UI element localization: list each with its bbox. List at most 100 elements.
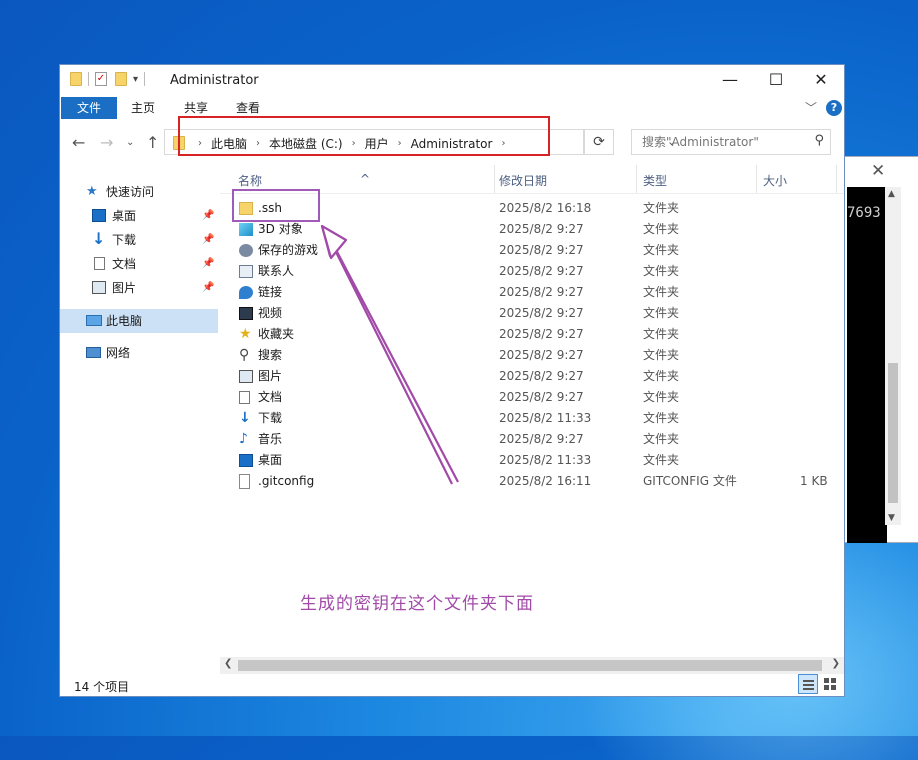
expand-ribbon-icon[interactable]: ﹀	[805, 99, 817, 116]
table-row[interactable]: ★ 收藏夹 2025/8/2 9:27 文件夹	[220, 324, 844, 345]
pin-icon[interactable]: 📌	[202, 228, 214, 252]
column-divider[interactable]	[836, 165, 837, 193]
table-row[interactable]: 图片 2025/8/2 9:27 文件夹	[220, 366, 844, 387]
file-date: 2025/8/2 16:18	[499, 201, 592, 215]
ssh-highlight-box	[232, 189, 320, 222]
refresh-button[interactable]: ⟳	[584, 129, 614, 155]
up-arrow-icon[interactable]: ↑	[146, 133, 159, 152]
tab-home[interactable]: 主页	[131, 97, 155, 119]
terminal-text: 7693	[847, 205, 881, 221]
desktop-icon	[92, 209, 106, 222]
file-type: 文件夹	[643, 453, 680, 467]
table-row[interactable]: 保存的游戏 2025/8/2 9:27 文件夹	[220, 240, 844, 261]
sort-ascending-icon: ^	[360, 172, 371, 186]
table-row[interactable]: 联系人 2025/8/2 9:27 文件夹	[220, 261, 844, 282]
file-date: 2025/8/2 9:27	[499, 348, 584, 362]
column-divider[interactable]	[494, 165, 495, 193]
nav-label: 下载	[112, 233, 137, 247]
search-icon[interactable]: ⚲	[814, 133, 824, 148]
nav-label: 文档	[112, 257, 137, 271]
file-date: 2025/8/2 9:27	[499, 243, 584, 257]
file-type: 文件夹	[643, 348, 680, 362]
column-name[interactable]: 名称	[238, 172, 262, 189]
favorites-icon: ★	[239, 326, 252, 342]
large-icons-view-button[interactable]	[820, 674, 840, 694]
horizontal-scrollbar[interactable]: ❮ ❯	[220, 657, 844, 674]
details-view-icon	[803, 680, 814, 682]
table-row[interactable]: 3D 对象 2025/8/2 9:27 文件夹	[220, 219, 844, 240]
scroll-left-icon[interactable]: ❮	[224, 658, 232, 669]
divider	[88, 72, 89, 86]
nav-item-quick-access[interactable]: ★ 快速访问	[60, 180, 218, 204]
music-icon: ♪	[239, 431, 248, 447]
file-type: 文件夹	[643, 411, 680, 425]
help-icon[interactable]: ?	[826, 100, 842, 116]
pin-icon[interactable]: 📌	[202, 276, 214, 300]
table-row[interactable]: 视频 2025/8/2 9:27 文件夹	[220, 303, 844, 324]
address-highlight-box	[178, 116, 550, 156]
file-type: 文件夹	[643, 327, 680, 341]
search-box[interactable]: ⚲	[631, 129, 831, 155]
scroll-up-icon[interactable]: ▲	[888, 189, 895, 199]
window-title: Administrator	[170, 73, 259, 88]
nav-item-desktop[interactable]: 桌面 📌	[60, 204, 218, 228]
new-folder-icon[interactable]	[115, 72, 127, 86]
scroll-down-icon[interactable]: ▼	[888, 513, 895, 523]
network-icon	[86, 347, 101, 358]
table-row[interactable]: 桌面 2025/8/2 11:33 文件夹	[220, 450, 844, 471]
close-button[interactable]: ✕	[798, 69, 844, 91]
minimize-button[interactable]: —	[707, 69, 753, 91]
video-icon	[239, 307, 253, 320]
nav-item-pictures[interactable]: 图片 📌	[60, 276, 218, 300]
terminal-scrollbar[interactable]: ▲ ▼	[885, 187, 901, 525]
recent-locations-icon[interactable]: ⌄	[126, 137, 134, 148]
quick-access-toolbar: ✓ ▾	[70, 72, 151, 86]
background-terminal-window[interactable]: ✕ 7693 ▲ ▼	[840, 156, 918, 543]
column-date[interactable]: 修改日期	[499, 172, 547, 189]
3d-objects-icon	[239, 223, 253, 236]
back-arrow-icon[interactable]: ←	[72, 133, 85, 152]
file-name: 下载	[258, 411, 283, 425]
column-type[interactable]: 类型	[643, 172, 667, 189]
column-divider[interactable]	[636, 165, 637, 193]
table-row[interactable]: ♪ 音乐 2025/8/2 9:27 文件夹	[220, 429, 844, 450]
file-icon	[239, 474, 250, 489]
file-type: 文件夹	[643, 264, 680, 278]
nav-item-this-pc[interactable]: 此电脑	[60, 309, 218, 333]
nav-item-network[interactable]: 网络	[60, 341, 218, 365]
desktop-icon	[239, 454, 253, 467]
file-name: 视频	[258, 306, 283, 320]
close-icon[interactable]: ✕	[871, 161, 885, 181]
nav-item-documents[interactable]: 文档 📌	[60, 252, 218, 276]
file-date: 2025/8/2 11:33	[499, 411, 592, 425]
table-row[interactable]: .gitconfig 2025/8/2 16:11 GITCONFIG 文件 1 KB	[220, 471, 844, 492]
file-size: 1 KB	[800, 474, 828, 488]
pin-icon[interactable]: 📌	[202, 252, 214, 276]
nav-label: 网络	[106, 346, 131, 360]
forward-arrow-icon[interactable]: →	[100, 133, 113, 152]
table-row[interactable]: ↓ 下载 2025/8/2 11:33 文件夹	[220, 408, 844, 429]
scroll-thumb[interactable]	[888, 363, 898, 503]
search-input[interactable]	[640, 134, 804, 150]
nav-item-downloads[interactable]: ↓ 下载 📌	[60, 228, 218, 252]
column-divider[interactable]	[756, 165, 757, 193]
table-row[interactable]: ⚲ 搜索 2025/8/2 9:27 文件夹	[220, 345, 844, 366]
file-name: 搜索	[258, 348, 283, 362]
properties-icon[interactable]: ✓	[95, 72, 107, 86]
column-size[interactable]: 大小	[763, 172, 787, 189]
customize-chevron-icon[interactable]: ▾	[133, 74, 138, 85]
details-view-button[interactable]	[798, 674, 818, 694]
tab-file[interactable]: 文件	[61, 97, 117, 119]
table-row[interactable]: 链接 2025/8/2 9:27 文件夹	[220, 282, 844, 303]
maximize-button[interactable]: ☐	[753, 69, 799, 91]
scroll-thumb[interactable]	[238, 660, 822, 671]
computer-icon	[86, 315, 102, 326]
scroll-right-icon[interactable]: ❯	[832, 658, 840, 669]
pin-icon[interactable]: 📌	[202, 204, 214, 228]
file-type: 文件夹	[643, 285, 680, 299]
annotation-text: 生成的密钥在这个文件夹下面	[300, 594, 534, 614]
file-date: 2025/8/2 9:27	[499, 285, 584, 299]
file-date: 2025/8/2 9:27	[499, 390, 584, 404]
file-name: 3D 对象	[258, 222, 303, 236]
table-row[interactable]: 文档 2025/8/2 9:27 文件夹	[220, 387, 844, 408]
